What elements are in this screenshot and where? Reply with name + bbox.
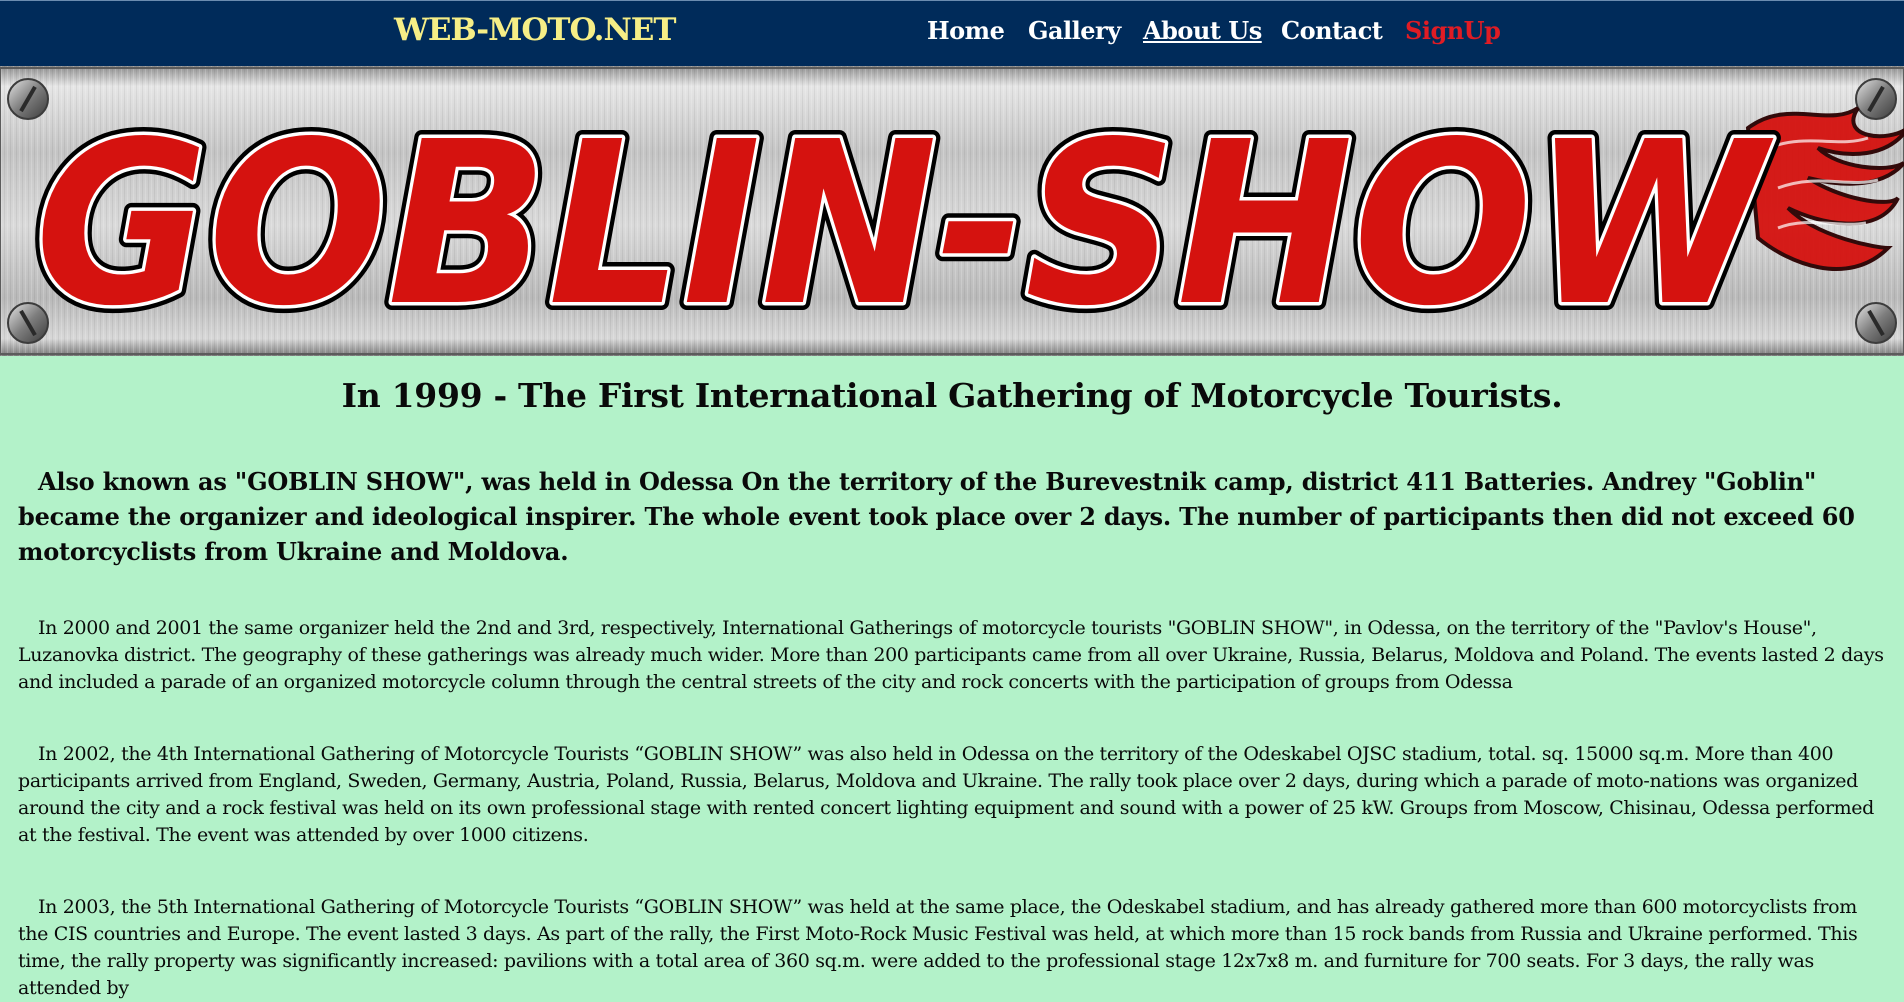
nav-signup-link[interactable]: SignUp xyxy=(1405,16,1501,45)
nav-contact-link[interactable]: Contact xyxy=(1281,16,1383,45)
banner-title: GOBLIN-SHOW xyxy=(35,94,1774,356)
nav-gallery-link[interactable]: Gallery xyxy=(1028,16,1121,45)
goblin-show-banner: GOBLIN-SHOW GOBLIN-SHOW GOBLIN-SHOW xyxy=(0,66,1904,364)
paragraph-2002: In 2002, the 4th International Gathering… xyxy=(18,743,1874,846)
paragraph-2003: In 2003, the 5th International Gathering… xyxy=(18,896,1858,999)
nav-about-us-link[interactable]: About Us xyxy=(1143,16,1262,45)
nav-home-link[interactable]: Home xyxy=(927,16,1005,45)
paragraph-1999: Also known as "GOBLIN SHOW", was held in… xyxy=(18,467,1855,566)
paragraph-2000-2001: In 2000 and 2001 the same organizer held… xyxy=(18,617,1884,693)
site-logo-link[interactable]: WEB-MOTO.NET xyxy=(394,12,676,48)
page-title: In 1999 - The First International Gather… xyxy=(341,376,1563,415)
banner-graphic: GOBLIN-SHOW GOBLIN-SHOW GOBLIN-SHOW xyxy=(0,66,1904,364)
top-navbar: WEB-MOTO.NET Home Gallery About Us Conta… xyxy=(0,0,1904,66)
